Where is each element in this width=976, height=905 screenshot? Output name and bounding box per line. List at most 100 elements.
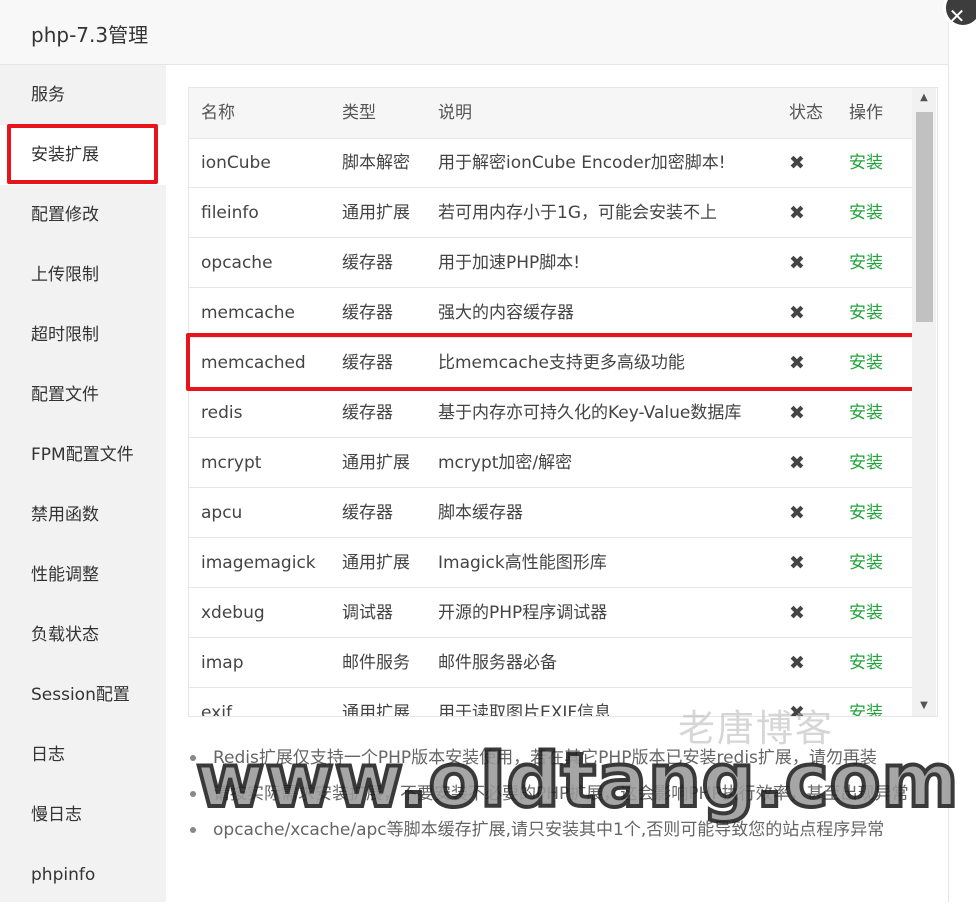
cell-type: 缓存器 — [342, 403, 393, 423]
cell-name: mcrypt — [201, 453, 262, 473]
cell-name: redis — [201, 403, 243, 423]
status-not-installed-icon: ✖ — [789, 402, 805, 424]
sidebar-item-session-config[interactable]: Session配置 — [0, 665, 166, 725]
status-not-installed-icon: ✖ — [789, 602, 805, 624]
install-button[interactable]: 安装 — [849, 638, 883, 688]
install-button[interactable]: 安装 — [849, 538, 883, 588]
php-manager-dialog: php-7.3管理 服务 安装扩展 配置修改 上传限制 超时限制 配置文件 FP… — [0, 0, 961, 902]
cell-desc: 开源的PHP程序调试器 — [438, 603, 608, 623]
install-button[interactable]: 安装 — [849, 338, 883, 388]
cell-name: imap — [201, 653, 244, 673]
watermark-url: www.oldtang.com — [194, 736, 961, 826]
cell-type: 通用扩展 — [342, 553, 410, 573]
install-button[interactable]: 安装 — [849, 288, 883, 338]
install-button[interactable]: 安装 — [849, 388, 883, 438]
install-button[interactable]: 安装 — [849, 488, 883, 538]
table-header: 名称 类型 说明 状态 操作 — [189, 88, 913, 139]
sidebar-item-config-file[interactable]: 配置文件 — [0, 365, 166, 425]
cell-name: memcache — [201, 303, 295, 323]
cell-type: 缓存器 — [342, 253, 393, 273]
status-not-installed-icon: ✖ — [789, 452, 805, 474]
sidebar: 服务 安装扩展 配置修改 上传限制 超时限制 配置文件 FPM配置文件 禁用函数… — [0, 65, 166, 902]
cell-name: opcache — [201, 253, 273, 273]
header-status: 状态 — [789, 103, 823, 123]
table-row: opcache 缓存器 用于加速PHP脚本! ✖ 安装 — [189, 238, 913, 288]
cell-desc: Imagick高性能图形库 — [438, 553, 607, 573]
status-not-installed-icon: ✖ — [789, 152, 805, 174]
cell-desc: 比memcache支持更多高级功能 — [438, 353, 685, 373]
table-row: imagemagick 通用扩展 Imagick高性能图形库 ✖ 安装 — [189, 538, 913, 588]
sidebar-item-timeout-limit[interactable]: 超时限制 — [0, 305, 166, 365]
dialog-titlebar: php-7.3管理 — [0, 0, 948, 65]
install-button[interactable]: 安装 — [849, 588, 883, 638]
install-button[interactable]: 安装 — [849, 238, 883, 288]
sidebar-item-upload-limit[interactable]: 上传限制 — [0, 245, 166, 305]
cell-desc: 用于解密ionCube Encoder加密脚本! — [438, 153, 726, 173]
status-not-installed-icon: ✖ — [789, 502, 805, 524]
table-row: xdebug 调试器 开源的PHP程序调试器 ✖ 安装 — [189, 588, 913, 638]
scroll-up-arrow-icon[interactable]: ▲ — [912, 88, 936, 108]
sidebar-item-disabled-functions[interactable]: 禁用函数 — [0, 485, 166, 545]
sidebar-item-log[interactable]: 日志 — [0, 725, 166, 785]
cell-type: 脚本解密 — [342, 153, 410, 173]
header-type: 类型 — [342, 103, 376, 123]
table-row: memcached 缓存器 比memcache支持更多高级功能 ✖ 安装 — [189, 338, 913, 388]
cell-desc: 若可用内存小于1G，可能会安装不上 — [438, 203, 717, 223]
sidebar-item-load-status[interactable]: 负载状态 — [0, 605, 166, 665]
cell-desc: 用于加速PHP脚本! — [438, 253, 581, 273]
cell-type: 缓存器 — [342, 303, 393, 323]
cell-desc: 用于读取图片EXIF信息 — [438, 703, 612, 717]
sidebar-item-fpm-config[interactable]: FPM配置文件 — [0, 425, 166, 485]
sidebar-item-service[interactable]: 服务 — [0, 65, 166, 125]
header-op: 操作 — [849, 103, 883, 123]
table-row: fileinfo 通用扩展 若可用内存小于1G，可能会安装不上 ✖ 安装 — [189, 188, 913, 238]
table-row: ionCube 脚本解密 用于解密ionCube Encoder加密脚本! ✖ … — [189, 138, 913, 188]
table-row: memcache 缓存器 强大的内容缓存器 ✖ 安装 — [189, 288, 913, 338]
sidebar-item-slow-log[interactable]: 慢日志 — [0, 785, 166, 845]
status-not-installed-icon: ✖ — [789, 652, 805, 674]
sidebar-item-phpinfo[interactable]: phpinfo — [0, 845, 166, 905]
cell-name: fileinfo — [201, 203, 259, 223]
sidebar-item-install-extensions[interactable]: 安装扩展 — [0, 125, 166, 185]
table-row: mcrypt 通用扩展 mcrypt加密/解密 ✖ 安装 — [189, 438, 913, 488]
install-button[interactable]: 安装 — [849, 138, 883, 188]
dialog-title: php-7.3管理 — [31, 23, 149, 47]
extensions-table: 名称 类型 说明 状态 操作 ionCube 脚本解密 用于解密ionCube … — [188, 87, 938, 717]
table-row: redis 缓存器 基于内存亦可持久化的Key-Value数据库 ✖ 安装 — [189, 388, 913, 438]
cell-name: xdebug — [201, 603, 265, 623]
table-row: imap 邮件服务 邮件服务器必备 ✖ 安装 — [189, 638, 913, 688]
cell-desc: mcrypt加密/解密 — [438, 453, 573, 473]
cell-type: 调试器 — [342, 603, 393, 623]
cell-type: 缓存器 — [342, 353, 393, 373]
cell-name: exif — [201, 703, 232, 717]
install-button[interactable]: 安装 — [849, 688, 883, 716]
install-button[interactable]: 安装 — [849, 438, 883, 488]
cell-name: ionCube — [201, 153, 271, 173]
cell-type: 通用扩展 — [342, 703, 410, 717]
table-scrollbar[interactable]: ▲ ▼ — [912, 88, 936, 716]
cell-name: memcached — [201, 353, 306, 373]
cell-desc: 脚本缓存器 — [438, 503, 523, 523]
cell-desc: 强大的内容缓存器 — [438, 303, 574, 323]
sidebar-item-config-edit[interactable]: 配置修改 — [0, 185, 166, 245]
status-not-installed-icon: ✖ — [789, 552, 805, 574]
cell-type: 缓存器 — [342, 503, 393, 523]
cell-desc: 基于内存亦可持久化的Key-Value数据库 — [438, 403, 742, 423]
status-not-installed-icon: ✖ — [789, 252, 805, 274]
cell-name: imagemagick — [201, 553, 316, 573]
scroll-down-arrow-icon[interactable]: ▼ — [912, 696, 936, 716]
cell-type: 通用扩展 — [342, 203, 410, 223]
cell-name: apcu — [201, 503, 243, 523]
cell-type: 邮件服务 — [342, 653, 410, 673]
cell-type: 通用扩展 — [342, 453, 410, 473]
status-not-installed-icon: ✖ — [789, 352, 805, 374]
scroll-thumb[interactable] — [916, 112, 933, 322]
header-name: 名称 — [201, 103, 235, 123]
table-row: apcu 缓存器 脚本缓存器 ✖ 安装 — [189, 488, 913, 538]
status-not-installed-icon: ✖ — [789, 302, 805, 324]
header-desc: 说明 — [438, 103, 472, 123]
sidebar-item-performance[interactable]: 性能调整 — [0, 545, 166, 605]
cell-desc: 邮件服务器必备 — [438, 653, 557, 673]
install-button[interactable]: 安装 — [849, 188, 883, 238]
status-not-installed-icon: ✖ — [789, 202, 805, 224]
